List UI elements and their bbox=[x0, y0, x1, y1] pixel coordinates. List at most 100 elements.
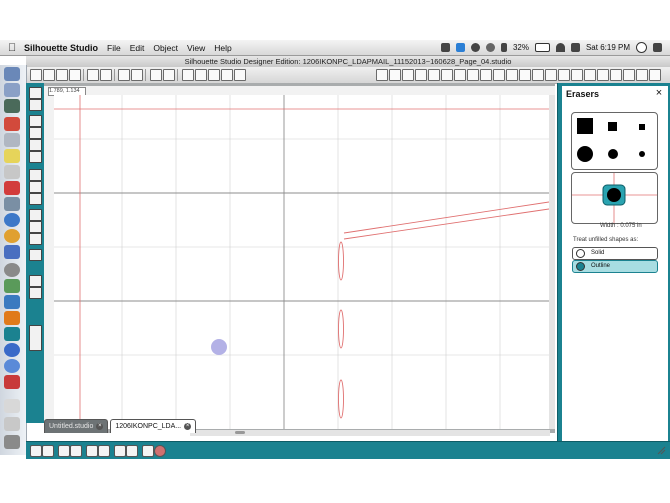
zoom-out-icon[interactable] bbox=[195, 69, 207, 81]
toolbar-gradient-icon[interactable] bbox=[597, 69, 609, 81]
design-page[interactable] bbox=[54, 95, 550, 429]
new-document-icon[interactable] bbox=[30, 69, 42, 81]
menu-view[interactable]: View bbox=[187, 43, 205, 53]
polygon-tool-icon[interactable] bbox=[29, 169, 42, 181]
close-tab-icon[interactable]: × bbox=[184, 423, 192, 430]
layers-tool-icon[interactable] bbox=[29, 275, 42, 287]
mail-icon[interactable] bbox=[4, 197, 20, 211]
undo-icon[interactable] bbox=[150, 69, 162, 81]
rounded-rect-tool-icon[interactable] bbox=[29, 139, 42, 151]
contacts-icon[interactable] bbox=[4, 133, 20, 147]
firefox-icon[interactable] bbox=[4, 229, 20, 243]
eraser-tool-icon[interactable] bbox=[29, 221, 42, 233]
toolbar-front-icon[interactable] bbox=[415, 69, 427, 81]
preview-icon[interactable] bbox=[4, 99, 20, 113]
vertical-scrollbar[interactable] bbox=[549, 95, 555, 429]
launchpad-icon[interactable] bbox=[4, 83, 20, 97]
toolbar-cut-settings-icon[interactable] bbox=[545, 69, 557, 81]
toolbar-align-icon[interactable] bbox=[441, 69, 453, 81]
photoshop-icon[interactable] bbox=[4, 295, 20, 309]
edit-points-tool-icon[interactable] bbox=[29, 99, 42, 111]
menu-help[interactable]: Help bbox=[214, 43, 231, 53]
scroll-tool-icon[interactable] bbox=[29, 325, 42, 351]
compound-icon[interactable] bbox=[142, 445, 154, 457]
safari-icon[interactable] bbox=[4, 213, 20, 227]
menu-file[interactable]: File bbox=[107, 43, 121, 53]
toolbar-store-icon[interactable] bbox=[636, 69, 648, 81]
toolbar-group-icon[interactable] bbox=[389, 69, 401, 81]
itunes-icon[interactable] bbox=[4, 263, 20, 277]
toolbar-fill-icon[interactable] bbox=[558, 69, 570, 81]
toolbar-trace-icon[interactable] bbox=[480, 69, 492, 81]
cut-lines[interactable] bbox=[338, 201, 550, 419]
toolbar-back-icon[interactable] bbox=[428, 69, 440, 81]
spotlight-icon[interactable] bbox=[636, 42, 647, 53]
freehand-tool-icon[interactable] bbox=[29, 193, 42, 205]
trash-icon[interactable] bbox=[4, 435, 20, 449]
library-tool-icon[interactable] bbox=[29, 287, 42, 299]
toolbar-ungroup-icon[interactable] bbox=[402, 69, 414, 81]
textedit-icon[interactable] bbox=[4, 165, 20, 179]
finder-icon[interactable] bbox=[4, 67, 20, 81]
record-icon[interactable] bbox=[154, 445, 166, 457]
medium-circle-eraser-icon[interactable] bbox=[608, 149, 618, 159]
group-icon[interactable] bbox=[114, 445, 126, 457]
calendar-icon[interactable] bbox=[4, 117, 20, 131]
scroll-thumb[interactable] bbox=[235, 431, 245, 434]
app-menu[interactable]: Silhouette Studio bbox=[24, 43, 98, 53]
copy-icon[interactable] bbox=[118, 69, 130, 81]
delete-icon[interactable] bbox=[98, 445, 110, 457]
outline-radio-icon[interactable] bbox=[576, 262, 585, 271]
wifi-icon[interactable] bbox=[555, 43, 565, 52]
text-tool-icon[interactable] bbox=[29, 209, 42, 221]
resize-grip-icon[interactable] bbox=[656, 445, 666, 455]
toolbar-shadow-icon[interactable] bbox=[623, 69, 635, 81]
pan-icon[interactable] bbox=[221, 69, 233, 81]
solid-radio-icon[interactable] bbox=[576, 249, 585, 258]
select-tool-icon[interactable] bbox=[29, 87, 42, 99]
documents-icon[interactable] bbox=[4, 399, 20, 413]
line-tool-icon[interactable] bbox=[29, 115, 42, 127]
rectangle-tool-icon[interactable] bbox=[29, 127, 42, 139]
zoom-select-icon[interactable] bbox=[208, 69, 220, 81]
zoom-in-icon[interactable] bbox=[182, 69, 194, 81]
toolbar-send-icon[interactable] bbox=[649, 69, 661, 81]
print-icon[interactable] bbox=[87, 69, 99, 81]
clock-icon[interactable] bbox=[485, 43, 495, 52]
clock[interactable]: Sat 6:19 PM bbox=[586, 43, 630, 52]
skype-icon[interactable] bbox=[4, 343, 20, 357]
large-square-eraser-icon[interactable] bbox=[577, 118, 593, 134]
horizontal-scrollbar[interactable] bbox=[190, 430, 550, 436]
snap-icon[interactable] bbox=[42, 445, 54, 457]
battery-icon[interactable] bbox=[534, 43, 550, 52]
toolbar-pattern-icon[interactable] bbox=[610, 69, 622, 81]
grid-toggle-icon[interactable] bbox=[30, 445, 42, 457]
library-icon[interactable] bbox=[56, 69, 68, 81]
redo-icon[interactable] bbox=[163, 69, 175, 81]
apple-icon[interactable]:  bbox=[8, 42, 18, 54]
photo-booth-icon[interactable] bbox=[4, 181, 20, 195]
select-all-icon[interactable] bbox=[58, 445, 70, 457]
volume-icon[interactable] bbox=[570, 43, 580, 52]
menu-edit[interactable]: Edit bbox=[130, 43, 145, 53]
save-icon[interactable] bbox=[69, 69, 81, 81]
toolbar-knife-icon[interactable] bbox=[532, 69, 544, 81]
option-outline[interactable]: Outline bbox=[572, 260, 658, 273]
toolbar-text-icon[interactable] bbox=[467, 69, 479, 81]
deselect-icon[interactable] bbox=[70, 445, 82, 457]
small-circle-eraser-icon[interactable] bbox=[639, 151, 645, 157]
ellipse-tool-icon[interactable] bbox=[29, 151, 42, 163]
fill-tool-icon[interactable] bbox=[29, 249, 42, 261]
bluetooth-icon[interactable] bbox=[500, 43, 507, 52]
screen-icon[interactable] bbox=[440, 43, 450, 52]
toolbar-line-color-icon[interactable] bbox=[571, 69, 583, 81]
acrobat-icon[interactable] bbox=[4, 375, 20, 389]
system-prefs-icon[interactable] bbox=[4, 245, 20, 259]
menu-object[interactable]: Object bbox=[153, 43, 178, 53]
knife-tool-icon[interactable] bbox=[29, 233, 42, 245]
open-icon[interactable] bbox=[43, 69, 55, 81]
option-solid[interactable]: Solid bbox=[572, 247, 658, 260]
large-circle-eraser-icon[interactable] bbox=[577, 146, 593, 162]
notes-icon[interactable] bbox=[4, 149, 20, 163]
tab-untitled[interactable]: Untitled.studio × bbox=[44, 419, 109, 433]
